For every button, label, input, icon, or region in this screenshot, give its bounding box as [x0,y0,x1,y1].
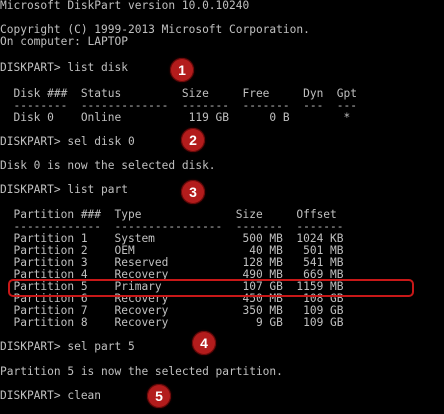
console-line: Microsoft DiskPart version 10.0.10240 [0,0,250,12]
table-row: Partition 8 Recovery 9 GB 109 GB [0,316,344,329]
table-row: Disk 0 Online 119 GB 0 B * [0,111,351,124]
step-badge: 3 [181,180,205,204]
partition-5-highlight [8,279,414,297]
command-line: DISKPART> list disk [0,61,128,74]
command-line: DISKPART> clean [0,389,102,402]
status-message: Partition 5 is now the selected partitio… [0,365,283,378]
step-badge: 2 [181,128,205,152]
command-line: DISKPART> list part [0,183,128,196]
status-message: Disk 0 is now the selected disk. [0,159,216,172]
command-line: DISKPART> sel disk 0 [0,135,135,148]
console-line: On computer: LAPTOP [0,35,128,48]
command-line: DISKPART> sel part 5 [0,340,135,353]
step-badge: 5 [147,384,171,408]
step-badge: 1 [170,58,194,82]
step-badge: 4 [192,331,216,355]
